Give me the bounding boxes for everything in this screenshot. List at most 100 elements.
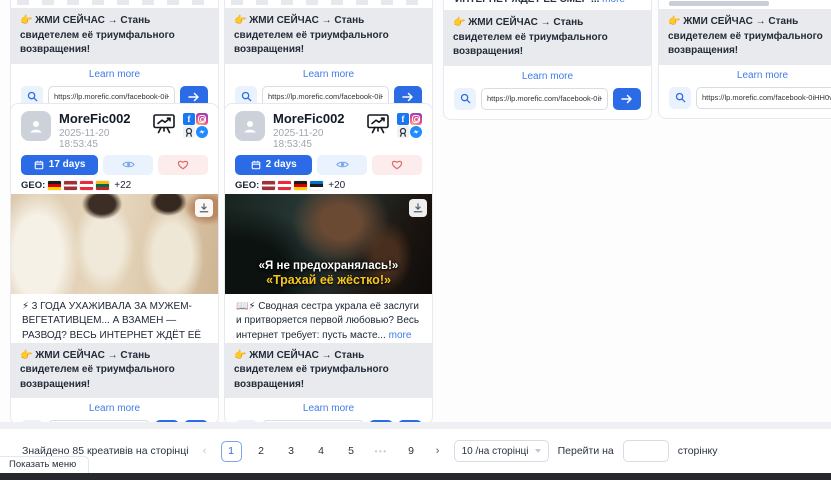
account-name: MoreFic002 (273, 111, 358, 127)
next-page-icon[interactable]: › (431, 445, 445, 457)
ad-headline: 👉 ЖМИ СЕЙЧАС → Стань свидетелем её триум… (444, 10, 651, 66)
card-action-icons: f (366, 111, 422, 138)
flag-icon (310, 181, 323, 190)
eye-icon (336, 160, 349, 169)
download-image-button[interactable] (195, 199, 213, 217)
flag-icon (48, 181, 61, 190)
messenger-icon[interactable] (410, 126, 422, 138)
flag-icon (278, 181, 291, 190)
image-text-overlay: «Я не предохранялась!» «Трахай её жёстко… (225, 260, 432, 287)
landing-url-input[interactable] (696, 87, 831, 109)
clipped-content-strip (17, 0, 212, 5)
url-row (444, 86, 651, 119)
geo-row: GEO: +22 (11, 175, 218, 194)
url-row (659, 85, 831, 118)
eye-icon (122, 160, 135, 169)
card-action-icons: f (152, 111, 208, 138)
geo-more-count[interactable]: +22 (114, 180, 131, 191)
background-band (0, 422, 831, 429)
page-size-select[interactable]: 10 /на сторінці (454, 440, 549, 462)
heart-icon (391, 159, 403, 170)
analytics-board-icon[interactable] (152, 113, 176, 134)
geo-label: GEO: (235, 180, 259, 191)
arrow-right-icon (188, 92, 200, 102)
creative-card: MoreFic002 2025-11-20 18:53:45 f (224, 103, 433, 425)
ad-headline: 👉 ЖМИ СЕЙЧАС → Стань свидетелем её триум… (11, 343, 218, 399)
ads-spy-library-page: 👉 ЖМИ СЕЙЧАС → Стань свидетелем её триум… (0, 0, 831, 480)
geo-label: GEO: (21, 180, 45, 191)
clipped-content-strip (231, 0, 426, 5)
facebook-icon[interactable]: f (183, 113, 195, 125)
flag-icon (64, 181, 77, 190)
bottom-dark-strip (0, 473, 831, 480)
page-number-5[interactable]: 5 (341, 441, 362, 462)
person-icon (242, 118, 258, 134)
flag-icon (80, 181, 93, 190)
instagram-icon[interactable] (410, 113, 422, 125)
views-button[interactable] (103, 155, 153, 175)
download-image-button[interactable] (409, 199, 427, 217)
geo-row: GEO: +20 (225, 175, 432, 194)
creative-card: MoreFic002 2025-11-20 18:53:45 f (10, 103, 219, 425)
creative-date: 2025-11-20 18:53:45 (273, 128, 358, 150)
arrow-right-icon (621, 94, 633, 104)
profile-info: MoreFic002 2025-11-20 18:53:45 (59, 111, 144, 150)
flag-icon (294, 181, 307, 190)
calendar-icon (251, 160, 261, 170)
instagram-icon[interactable] (196, 113, 208, 125)
page-number-9[interactable]: 9 (401, 441, 422, 462)
download-icon (413, 203, 423, 213)
favorite-button[interactable] (372, 155, 422, 175)
page-number-2[interactable]: 2 (251, 441, 272, 462)
download-icon (199, 203, 209, 213)
card-buttons-row: 17 days (11, 152, 218, 175)
messenger-icon[interactable] (196, 126, 208, 138)
goto-page-input[interactable] (623, 440, 669, 462)
ad-headline: 👉 ЖМИ СЕЙЧАС → Стань свидетелем её триум… (659, 9, 831, 65)
page-number-3[interactable]: 3 (281, 441, 302, 462)
prev-page-icon[interactable]: ‹ (198, 445, 212, 457)
badge-icon[interactable] (183, 126, 195, 138)
ad-headline: 👉 ЖМИ СЕЙЧАС → Стань свидетелем её триум… (225, 8, 432, 64)
facebook-icon[interactable]: f (397, 113, 409, 125)
learn-more-link[interactable]: Learn more (659, 65, 831, 85)
arrow-right-icon (402, 92, 414, 102)
creative-image[interactable] (11, 194, 218, 294)
ad-card-partial: 👉 ЖМИ СЕЙЧАС → Стань свидетелем её триум… (224, 0, 433, 118)
card-buttons-row: 2 days (225, 152, 432, 175)
search-icon[interactable] (669, 87, 691, 109)
badge-icon[interactable] (397, 126, 409, 138)
learn-more-link[interactable]: Learn more (225, 64, 432, 84)
geo-more-count[interactable]: +20 (328, 180, 345, 191)
calendar-icon (34, 160, 44, 170)
days-active-button[interactable]: 17 days (21, 155, 98, 175)
profile-info: MoreFic002 2025-11-20 18:53:45 (273, 111, 358, 150)
learn-more-link[interactable]: Learn more (11, 398, 218, 418)
page-ellipsis[interactable]: ••• (371, 441, 392, 462)
views-button[interactable] (317, 155, 367, 175)
more-link[interactable]: more (602, 0, 625, 5)
open-url-button[interactable] (613, 88, 641, 110)
landing-url-input[interactable] (481, 88, 608, 110)
flag-icon (262, 181, 275, 190)
creative-image[interactable]: «Я не предохранялась!» «Трахай её жёстко… (225, 194, 432, 294)
page-number-4[interactable]: 4 (311, 441, 332, 462)
favorite-button[interactable] (158, 155, 208, 175)
social-network-icons: f (183, 113, 208, 138)
days-active-button[interactable]: 2 days (235, 155, 312, 175)
overlay-line-1: «Я не предохранялась!» (225, 260, 432, 272)
learn-more-link[interactable]: Learn more (11, 64, 218, 84)
learn-more-link[interactable]: Learn more (444, 66, 651, 86)
avatar (21, 111, 51, 141)
page-number-1[interactable]: 1 (221, 441, 242, 462)
learn-more-link[interactable]: Learn more (225, 398, 432, 418)
ad-headline: 👉 ЖМИ СЕЙЧАС → Стань свидетелем её триум… (11, 8, 218, 64)
more-link[interactable]: more (389, 330, 412, 340)
show-menu-button[interactable]: Показать меню (0, 456, 89, 473)
ad-headline: 👉 ЖМИ СЕЙЧАС → Стань свидетелем её триум… (225, 343, 432, 399)
avatar (235, 111, 265, 141)
profile-row: MoreFic002 2025-11-20 18:53:45 f (11, 104, 218, 152)
goto-label-prefix: Перейти на (558, 445, 614, 457)
analytics-board-icon[interactable] (366, 113, 390, 134)
search-icon[interactable] (454, 88, 476, 110)
